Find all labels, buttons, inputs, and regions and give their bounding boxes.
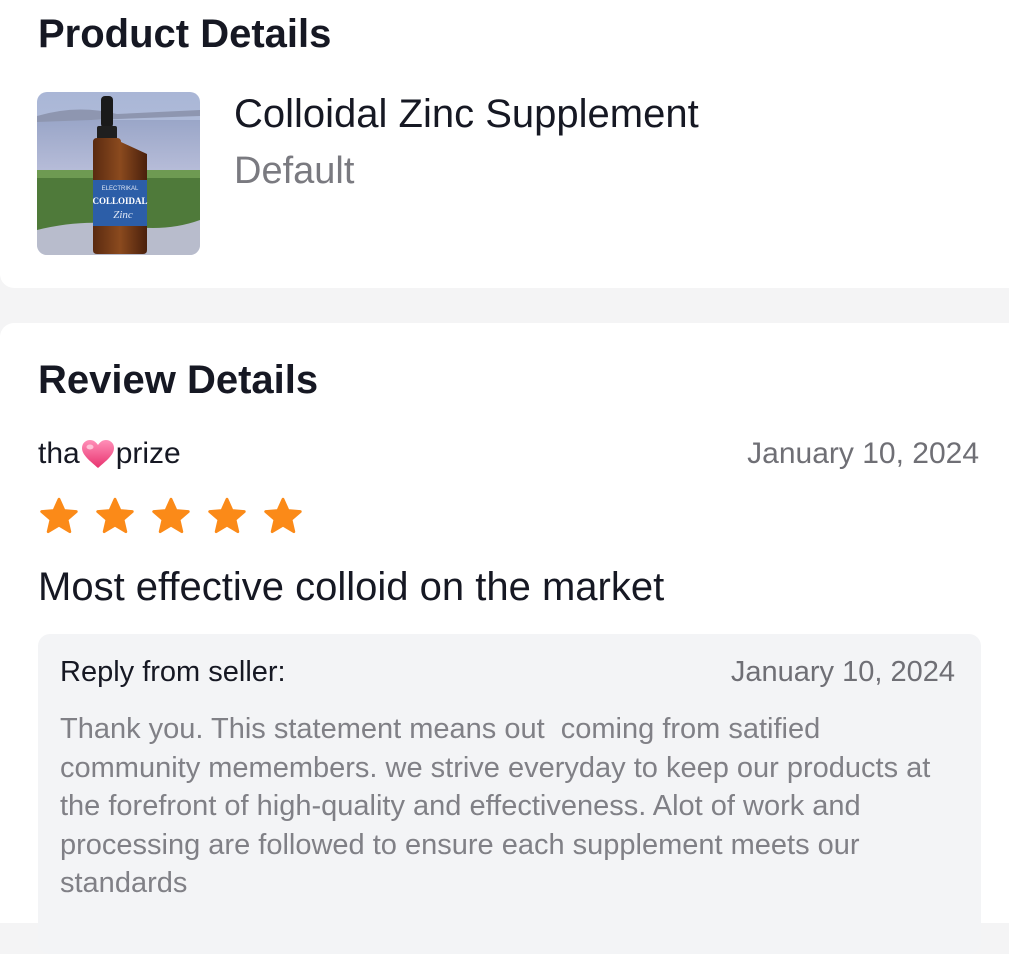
product-photo: ELECTRIKAL COLLOIDAL Zinc — [37, 92, 200, 255]
star-rating — [38, 496, 304, 538]
product-name[interactable]: Colloidal Zinc Supplement — [234, 92, 699, 137]
review-details-card: Review Details tha prize January 10, 202… — [0, 323, 1009, 954]
product-variant: Default — [234, 150, 355, 192]
bottle-label-small: ELECTRIKAL — [102, 186, 139, 192]
star-icon — [152, 497, 190, 534]
reply-date: January 10, 2024 — [730, 656, 955, 688]
reviewer-name-suffix: prize — [115, 437, 181, 470]
star-icon — [208, 497, 246, 534]
review-date: January 10, 2024 — [747, 437, 979, 470]
star-icon — [40, 497, 78, 534]
product-image[interactable]: ELECTRIKAL COLLOIDAL Zinc — [37, 92, 200, 255]
star-icon — [264, 497, 302, 534]
reply-label: Reply from seller: — [60, 656, 286, 688]
reviewer-name: tha prize — [38, 437, 181, 471]
product-details-card: Product Details ELECTRIKAL COLLOIDAL Zin… — [0, 0, 1009, 288]
product-details-title: Product Details — [38, 12, 332, 56]
review-title: Most effective colloid on the market — [38, 565, 665, 609]
seller-reply-box: Reply from seller: January 10, 2024 Than… — [38, 634, 981, 954]
reply-text: Thank you. This statement means out comi… — [60, 713, 939, 899]
bottle-label-sub: Zinc — [113, 209, 133, 221]
bottle-label-main: COLLOIDAL — [92, 196, 147, 206]
heart-icon — [80, 438, 116, 470]
star-icon — [96, 497, 134, 534]
review-details-title: Review Details — [38, 358, 319, 402]
reviewer-name-prefix: tha — [38, 437, 80, 470]
reviewer-row: tha prize January 10, 2024 — [38, 437, 979, 477]
